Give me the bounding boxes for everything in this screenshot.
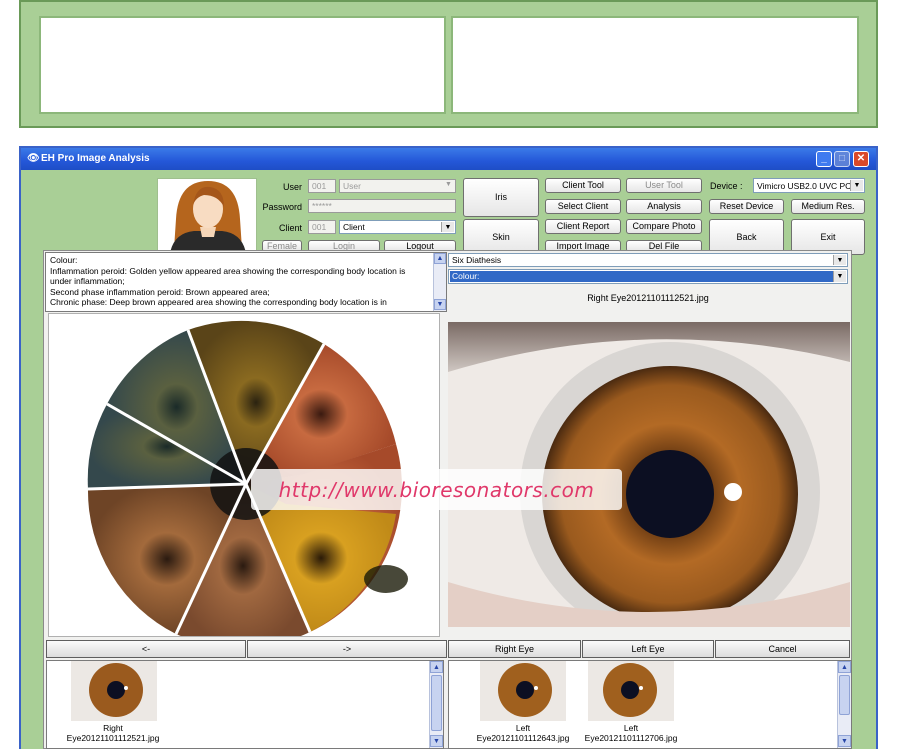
scroll-up-icon[interactable]: ▲ — [838, 661, 851, 673]
title-bar: 👁 EH Pro Image Analysis _ □ ✕ — [21, 148, 876, 170]
dropdown-arrow-icon: ▼ — [850, 180, 863, 191]
dropdown-arrow-icon: ▼ — [445, 181, 452, 188]
diathesis-select[interactable]: Six Diathesis ▼ — [448, 253, 848, 267]
client-id-field[interactable]: 001 — [308, 220, 336, 234]
password-label: Password — [262, 201, 302, 212]
avatar — [157, 178, 257, 252]
top-right-panel — [451, 16, 859, 114]
top-left-panel — [39, 16, 446, 114]
thumbnail-image[interactable] — [480, 661, 566, 721]
description-line: under inflammation; — [50, 276, 125, 286]
minimize-button[interactable]: _ — [816, 151, 832, 167]
left-eye-button[interactable]: Left Eye — [582, 640, 714, 658]
thumbnail-image[interactable] — [588, 661, 674, 721]
description-textbox[interactable]: Colour: Inflammation peroid: Golden yell… — [45, 252, 447, 312]
left-eye-thumbnail-list: Left Eye20121101112643.jpg Left Eye20121… — [448, 660, 852, 749]
next-image-button[interactable]: -> — [247, 640, 447, 658]
user-name-select[interactable]: User ▼ — [339, 179, 456, 193]
thumbnail-caption-line: Right — [103, 723, 123, 733]
thumbnail-caption: Right Eye20121101112521.jpg — [47, 723, 179, 743]
password-field[interactable]: ****** — [308, 199, 456, 213]
eye-icon: 👁 — [27, 153, 40, 164]
scroll-down-icon[interactable]: ▼ — [434, 299, 446, 310]
device-value: Vimicro USB2.0 UVC PC — [757, 180, 852, 191]
eye-thumbnail-icon — [480, 661, 566, 721]
thumbnail-image[interactable] — [71, 661, 157, 721]
description-text: Colour: Inflammation peroid: Golden yell… — [46, 253, 436, 310]
user-id-field[interactable]: 001 — [308, 179, 336, 193]
user-name-value: User — [343, 181, 361, 191]
user-label: User — [282, 181, 302, 192]
window-title: EH Pro Image Analysis — [41, 153, 150, 164]
thumbnail-scrollbar[interactable]: ▲ ▼ — [429, 661, 443, 748]
client-report-button[interactable]: Client Report — [545, 219, 621, 234]
description-line: Inflammation peroid: Golden yellow appea… — [50, 265, 406, 276]
scroll-thumb[interactable] — [431, 675, 442, 731]
reset-device-button[interactable]: Reset Device — [709, 199, 784, 214]
cancel-button[interactable]: Cancel — [715, 640, 850, 658]
thumbnail-caption-line: Left — [623, 723, 639, 733]
thumbnail-caption-line: Eye20121101112706.jpg — [584, 733, 678, 743]
right-eye-thumbnail-list: Right Eye20121101112521.jpg ▲ ▼ — [46, 660, 444, 749]
medium-res-button[interactable]: Medium Res. — [791, 199, 865, 214]
eye-thumbnail-icon — [588, 661, 674, 721]
client-tool-button[interactable]: Client Tool — [545, 178, 621, 193]
analysis-button[interactable]: Analysis — [626, 199, 702, 214]
user-tool-button[interactable]: User Tool — [626, 178, 702, 193]
dropdown-arrow-icon: ▼ — [833, 271, 846, 282]
category-select[interactable]: Colour: ▼ — [448, 269, 848, 284]
close-button[interactable]: ✕ — [853, 151, 869, 167]
prev-image-button[interactable]: <- — [46, 640, 246, 658]
description-line: Chronic phase: Deep brown appeared area … — [50, 297, 387, 307]
scroll-down-icon[interactable]: ▼ — [430, 735, 443, 747]
right-eye-button[interactable]: Right Eye — [448, 640, 581, 658]
iris-mode-button[interactable]: Iris — [463, 178, 539, 217]
watermark: http://www.bioresonators.com — [251, 469, 622, 510]
device-label: Device : — [710, 181, 743, 191]
user-avatar-icon — [170, 181, 246, 251]
compare-photo-button[interactable]: Compare Photo — [626, 219, 702, 234]
description-line: Second phase inflammation peroid: Brown … — [50, 286, 270, 297]
device-select[interactable]: Vimicro USB2.0 UVC PC ▼ — [753, 178, 865, 193]
dropdown-arrow-icon: ▼ — [441, 222, 454, 232]
description-scrollbar[interactable]: ▲ ▼ — [433, 253, 446, 311]
scroll-down-icon[interactable]: ▼ — [838, 735, 851, 747]
diathesis-value: Six Diathesis — [452, 255, 502, 265]
maximize-button[interactable]: □ — [834, 151, 850, 167]
select-client-button[interactable]: Select Client — [545, 199, 621, 214]
scroll-up-icon[interactable]: ▲ — [434, 253, 446, 264]
thumbnail-scrollbar[interactable]: ▲ ▼ — [837, 661, 851, 748]
eye-thumbnail-icon — [71, 661, 157, 721]
thumbnail-caption: Left Eye20121101112706.jpg — [565, 723, 697, 743]
scroll-up-icon[interactable]: ▲ — [430, 661, 443, 673]
client-label: Client — [278, 222, 302, 233]
client-name-value: Client — [343, 222, 365, 232]
description-line: Colour: — [50, 255, 78, 265]
scroll-thumb[interactable] — [839, 675, 850, 715]
thumbnail-caption-line: Eye20121101112521.jpg — [66, 733, 160, 743]
category-value: Colour: — [450, 271, 836, 282]
dropdown-arrow-icon: ▼ — [833, 255, 846, 265]
client-name-select[interactable]: Client ▼ — [339, 220, 456, 234]
right-image-filename: Right Eye20121101112521.jpg — [587, 293, 709, 303]
